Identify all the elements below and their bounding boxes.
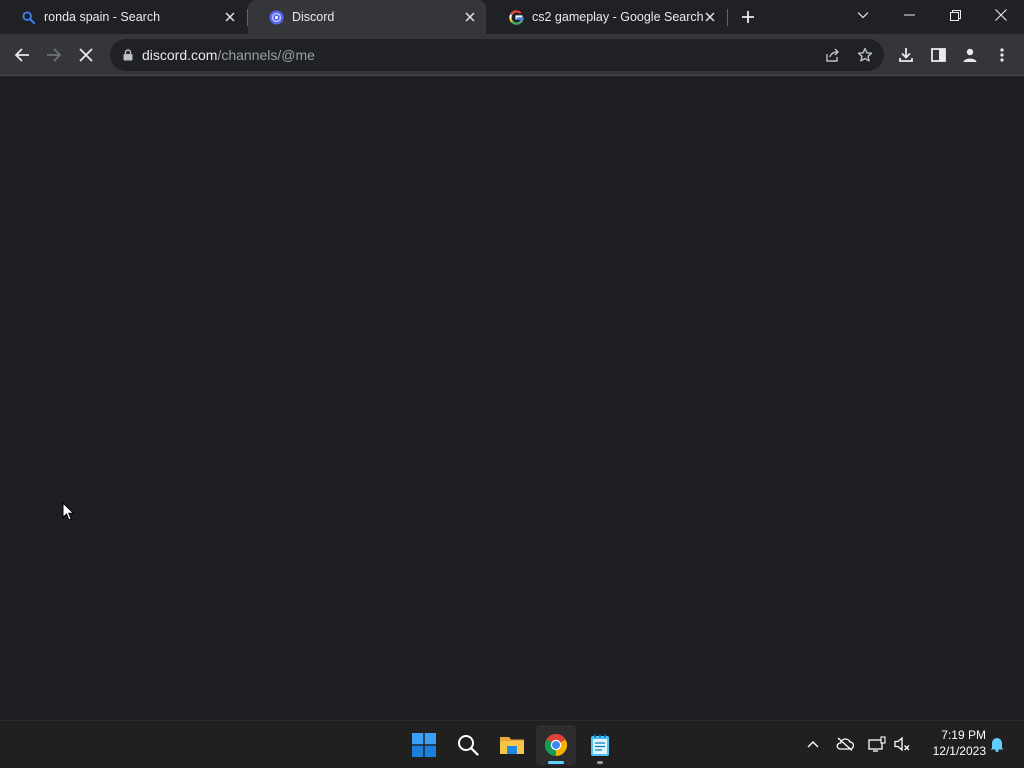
url-path: /channels/@me (217, 47, 315, 63)
start-button[interactable] (404, 725, 444, 765)
arrow-left-icon (14, 47, 30, 63)
tab-title: Discord (292, 10, 335, 24)
tab-close-icon[interactable] (222, 9, 238, 25)
taskbar-search-button[interactable] (448, 725, 488, 765)
lock-icon[interactable] (120, 47, 136, 63)
notepad-icon (590, 733, 610, 757)
url-domain: discord.com (142, 47, 218, 63)
onedrive-tray-button[interactable] (834, 733, 856, 755)
minimize-button[interactable] (886, 0, 932, 30)
side-panel-icon (930, 48, 946, 62)
close-window-button[interactable] (978, 0, 1024, 30)
profile-button[interactable] (956, 41, 984, 69)
new-tab-button[interactable] (736, 5, 760, 29)
tab-close-icon[interactable] (702, 9, 718, 25)
profile-avatar-icon (962, 47, 978, 63)
show-hidden-icons-button[interactable] (802, 733, 824, 755)
network-tray-button[interactable] (866, 733, 888, 755)
tab-close-icon[interactable] (462, 9, 478, 25)
windows-taskbar: 7:19 PM 12/1/2023 (0, 720, 1024, 768)
search-icon (457, 734, 479, 756)
clock-time: 7:19 PM (941, 728, 986, 742)
browser-toolbar: discord.com/channels/@me (0, 34, 1024, 76)
chevron-up-icon (807, 740, 819, 748)
windows-start-icon (412, 733, 436, 757)
stop-x-icon (79, 48, 93, 62)
download-icon (898, 47, 914, 63)
downloads-button[interactable] (892, 41, 920, 69)
back-button[interactable] (8, 41, 36, 69)
chrome-taskbar-button[interactable] (536, 725, 576, 765)
tab-discord[interactable]: Discord (248, 0, 486, 34)
search-favicon-icon (20, 9, 36, 25)
restore-icon (949, 9, 961, 21)
file-explorer-button[interactable] (492, 725, 532, 765)
file-explorer-icon (499, 734, 525, 756)
discord-favicon-icon (268, 9, 284, 25)
forward-button[interactable] (40, 41, 68, 69)
mouse-cursor-icon (62, 502, 74, 521)
side-panel-button[interactable] (924, 41, 952, 69)
taskbar-clock[interactable]: 7:19 PM 12/1/2023 (918, 727, 986, 759)
speaker-muted-icon (893, 736, 911, 752)
google-favicon-icon (508, 9, 524, 25)
chrome-menu-button[interactable] (988, 41, 1016, 69)
minimize-icon (903, 14, 915, 16)
chevron-down-icon (857, 11, 869, 19)
chrome-icon (544, 733, 568, 757)
share-icon[interactable] (823, 45, 843, 65)
stop-loading-button[interactable] (72, 41, 100, 69)
address-bar[interactable]: discord.com/channels/@me (110, 39, 884, 71)
active-app-indicator (548, 761, 564, 764)
notepad-taskbar-button[interactable] (580, 725, 620, 765)
network-icon (868, 736, 886, 752)
running-app-indicator (597, 761, 603, 764)
arrow-right-icon (46, 47, 62, 63)
plus-icon (741, 10, 755, 24)
notifications-button[interactable] (986, 733, 1008, 755)
close-icon (995, 9, 1007, 21)
bookmark-star-icon[interactable] (855, 45, 875, 65)
tab-title: ronda spain - Search (44, 10, 161, 24)
restore-button[interactable] (932, 0, 978, 30)
tab-ronda-spain[interactable]: ronda spain - Search (0, 0, 246, 34)
cloud-offline-icon (836, 737, 854, 751)
tab-strip: ronda spain - Search Discord cs2 gamepla… (0, 0, 1024, 34)
volume-tray-button[interactable] (891, 733, 913, 755)
tab-cs2-gameplay[interactable]: cs2 gameplay - Google Search (488, 0, 726, 34)
tab-title: cs2 gameplay - Google Search (532, 10, 704, 24)
clock-date: 12/1/2023 (932, 744, 986, 758)
bell-icon (989, 736, 1005, 752)
tab-separator (727, 9, 728, 26)
tab-search-button[interactable] (840, 0, 886, 30)
page-content-loading[interactable] (0, 77, 1024, 720)
url-text[interactable]: discord.com/channels/@me (142, 39, 315, 71)
kebab-menu-icon (1000, 48, 1004, 62)
